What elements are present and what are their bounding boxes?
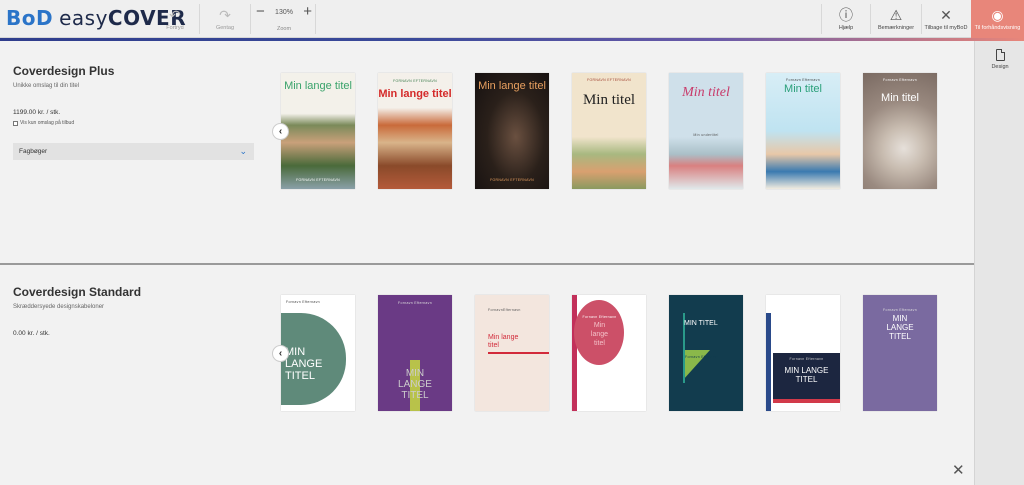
redo-button[interactable]: ↷ Gentag bbox=[210, 0, 240, 38]
toolbar-divider bbox=[199, 4, 200, 34]
chevron-left-icon: ‹ bbox=[278, 126, 283, 137]
toolbar-divider bbox=[821, 4, 822, 34]
chevron-left-icon: ‹ bbox=[278, 348, 283, 359]
plus-price: 1199.00 kr. / stk. bbox=[13, 109, 61, 116]
preview-button[interactable]: ◉ Til forhåndsvisning bbox=[971, 0, 1024, 38]
zoom-value: 130% bbox=[275, 8, 293, 16]
design-tab[interactable]: Design bbox=[975, 49, 1024, 83]
cover-rule bbox=[773, 399, 840, 403]
offers-only-checkbox[interactable]: Vis kun omslag på tilbud bbox=[13, 120, 74, 126]
cover-thumbnail[interactable]: Min lange titel FORNAVN EFTERNAVN bbox=[281, 73, 355, 189]
cover-stripe bbox=[766, 313, 771, 411]
undo-icon: ↶ bbox=[169, 6, 181, 23]
checkbox-box[interactable] bbox=[13, 120, 18, 126]
cover-thumbnail[interactable]: FornavnEfternavn Min lange titel bbox=[475, 295, 549, 411]
standard-carousel-prev-button[interactable]: ‹ bbox=[272, 345, 289, 362]
cover-thumbnail[interactable]: Fornavn Efternavn Min titel bbox=[863, 73, 937, 189]
cover-thumbnail[interactable]: MIN TITEL Fornavn Efternavn bbox=[669, 295, 743, 411]
info-icon: ⓘ bbox=[839, 6, 853, 23]
cover-thumbnail[interactable]: Fornavn Efternavn MIN LANGE TITEL bbox=[863, 295, 937, 411]
top-toolbar: BoD easyCOVER ↶ Fortryd ↷ Gentag − 130% +… bbox=[0, 0, 1024, 38]
remarks-button[interactable]: ⚠ Bemærkninger bbox=[872, 0, 920, 38]
cover-thumbnail[interactable]: FORNAVN EFTERNAVN Min titel bbox=[572, 73, 646, 189]
help-button[interactable]: ⓘ Hjælp bbox=[825, 0, 867, 38]
standard-price: 0.00 kr. / stk. bbox=[13, 330, 50, 337]
cover-thumbnail[interactable]: Fornavn Efternavn MIN LANGE TITEL bbox=[281, 295, 355, 411]
cover-stripe bbox=[572, 295, 577, 411]
cover-thumbnail[interactable]: Fornavn Efternavn MIN LANGE TITEL bbox=[766, 295, 840, 411]
toolbar-divider bbox=[250, 4, 251, 34]
plus-section-subtitle: Unikke omslag til din titel bbox=[13, 83, 80, 89]
right-side-panel: Design bbox=[974, 41, 1024, 485]
document-icon bbox=[995, 49, 1005, 61]
cover-thumbnail[interactable]: Min titel Min undertitel bbox=[669, 73, 743, 189]
cover-thumbnail[interactable]: Fornavn Efternavn Min titel bbox=[766, 73, 840, 189]
undo-button[interactable]: ↶ Fortryd bbox=[160, 0, 190, 38]
plus-carousel-prev-button[interactable]: ‹ bbox=[272, 123, 289, 140]
cover-thumbnail[interactable]: FORNAVN EFTERNAVN Min lange titel bbox=[378, 73, 452, 189]
toolbar-divider bbox=[870, 4, 871, 34]
close-icon: ✕ bbox=[940, 6, 952, 23]
warning-icon: ⚠ bbox=[889, 6, 903, 23]
standard-section-title: Coverdesign Standard bbox=[13, 285, 142, 299]
toolbar-divider bbox=[921, 4, 922, 34]
cover-thumbnail[interactable]: Fornavn Efternavn Min lange titel bbox=[572, 295, 646, 411]
toolbar-divider bbox=[315, 4, 316, 34]
close-icon[interactable]: ✕ bbox=[952, 461, 965, 479]
category-select[interactable]: Fagbøger ⌄ bbox=[13, 143, 254, 160]
standard-section-subtitle: Skræddersyede designskabeloner bbox=[13, 304, 105, 310]
plus-section-title: Coverdesign Plus bbox=[13, 64, 115, 78]
redo-icon: ↷ bbox=[219, 6, 231, 23]
back-to-mybod-button[interactable]: ✕ Tilbage til myBoD bbox=[923, 0, 969, 38]
zoom-out-button[interactable]: − bbox=[256, 4, 265, 19]
header-accent-line bbox=[0, 38, 1024, 41]
cover-thumbnail[interactable]: Fornavn Efternavn MIN LANGE TITEL bbox=[378, 295, 452, 411]
zoom-control: − 130% + Zoom bbox=[256, 3, 312, 32]
cover-thumbnail[interactable]: Min lange titel FORNAVN EFTERNAVN bbox=[475, 73, 549, 189]
chevron-down-icon: ⌄ bbox=[239, 146, 247, 156]
eye-icon: ◉ bbox=[991, 6, 1004, 23]
zoom-in-button[interactable]: + bbox=[303, 4, 312, 19]
section-divider bbox=[0, 263, 974, 265]
cover-rule bbox=[488, 352, 549, 354]
